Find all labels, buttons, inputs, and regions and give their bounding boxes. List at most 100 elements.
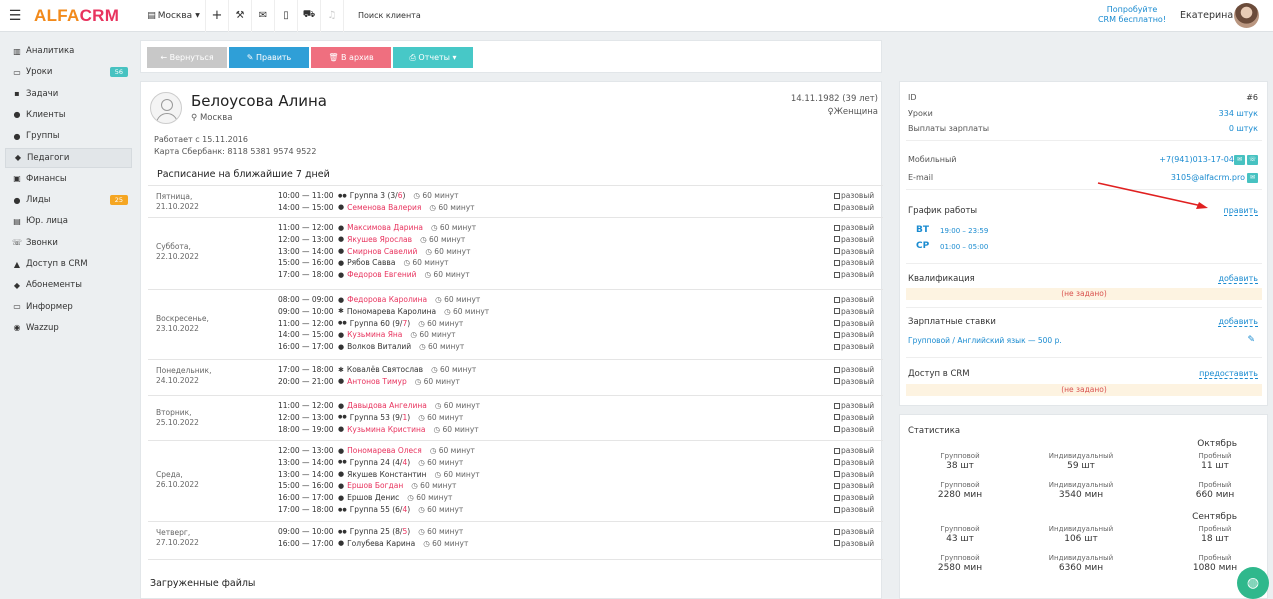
lesson-row[interactable]: 14:00 — 15:00 ● Кузьмина Яна ◷ 60 минут (278, 329, 456, 340)
student-link[interactable]: Семенова Валерия (347, 203, 421, 212)
lesson-row[interactable]: 09:00 — 10:00 ✱ Пономарева Каролина ◷ 60 ми… (278, 306, 489, 317)
mobile-link[interactable]: +7(941)013-17-04 (1159, 155, 1234, 164)
lessons-link[interactable]: 334 штук (1219, 109, 1258, 118)
add-rate-link[interactable]: добавить (1218, 317, 1258, 327)
once-checkbox[interactable]: разовый (834, 504, 874, 515)
chat-button[interactable]: ◍ (1237, 567, 1269, 599)
lesson-row[interactable]: 12:00 — 13:00 ● Пономарева Олеся ◷ 60 минут (278, 445, 475, 456)
once-checkbox[interactable]: разовый (834, 269, 874, 280)
student-link[interactable]: Смирнов Савелий (347, 247, 417, 256)
lesson-row[interactable]: 11:00 — 12:00 ● Максимова Дарина ◷ 60 минут (278, 222, 476, 233)
grant-access-link[interactable]: предоставить (1199, 369, 1258, 379)
once-checkbox[interactable]: разовый (834, 469, 874, 480)
once-checkbox[interactable]: разовый (834, 294, 874, 305)
lesson-row[interactable]: 15:00 — 16:00 ● Рябов Савва ◷ 60 минут (278, 257, 449, 268)
group-link[interactable]: Группа 60 (9/7) (350, 319, 410, 328)
lesson-row[interactable]: 20:00 — 21:00 ● Антонов Тимур ◷ 60 минут (278, 376, 460, 387)
once-checkbox[interactable]: разовый (834, 400, 874, 411)
salary-link[interactable]: 0 штук (1229, 124, 1258, 133)
student-link[interactable]: Федоров Евгений (347, 270, 416, 279)
student-link[interactable]: Антонов Тимур (347, 377, 407, 386)
once-checkbox[interactable]: разовый (834, 538, 874, 549)
once-checkbox[interactable]: разовый (834, 492, 874, 503)
student-link[interactable]: Максимова Дарина (347, 223, 423, 232)
student-link[interactable]: Якушев Константин (347, 470, 426, 479)
sidebar-item-8[interactable]: ▤ Юр. лица (5, 211, 132, 231)
lesson-row[interactable]: 16:00 — 17:00 ● Ершов Денис ◷ 60 минут (278, 492, 452, 503)
once-checkbox[interactable]: разовый (834, 306, 874, 317)
lesson-row[interactable]: 17:00 — 18:00 ●● Группа 55 (6/4) ◷ 60 минут (278, 504, 463, 515)
reports-button[interactable]: ⎙ Отчеты ▾ (393, 47, 473, 68)
student-link[interactable]: Пономарева Каролина (347, 307, 436, 316)
lesson-row[interactable]: 08:00 — 09:00 ● Федорова Каролина ◷ 60 мину… (278, 294, 480, 305)
sidebar-item-9[interactable]: ☏ Звонки (5, 233, 132, 253)
group-link[interactable]: Группа 53 (9/1) (350, 413, 410, 422)
student-link[interactable]: Ершов Богдан (347, 481, 403, 490)
student-link[interactable]: Кузьмина Яна (347, 330, 402, 339)
once-checkbox[interactable]: разовый (834, 341, 874, 352)
once-checkbox[interactable]: разовый (834, 190, 874, 201)
student-link[interactable]: Волков Виталий (347, 342, 411, 351)
group-link[interactable]: Группа 24 (4/4) (350, 458, 410, 467)
once-checkbox[interactable]: разовый (834, 234, 874, 245)
student-link[interactable]: Ершов Денис (347, 493, 399, 502)
lesson-row[interactable]: 16:00 — 17:00 ● Голубева Карина ◷ 60 минут (278, 538, 468, 549)
lesson-row[interactable]: 15:00 — 16:00 ● Ершов Богдан ◷ 60 минут (278, 480, 456, 491)
lesson-row[interactable]: 11:00 — 12:00 ●● Группа 60 (9/7) ◷ 60 минут (278, 318, 463, 329)
once-checkbox[interactable]: разовый (834, 364, 874, 375)
envelope-icon[interactable]: ✉ (1247, 173, 1258, 183)
lesson-row[interactable]: 17:00 — 18:00 ● Федоров Евгений ◷ 60 минут (278, 269, 470, 280)
phone-icon[interactable]: ☏ (1247, 155, 1258, 165)
once-checkbox[interactable]: разовый (834, 412, 874, 423)
student-link[interactable]: Голубева Карина (347, 539, 415, 548)
lesson-row[interactable]: 13:00 — 14:00 ● Смирнов Савелий ◷ 60 минут (278, 246, 470, 257)
lesson-row[interactable]: 12:00 — 13:00 ●● Группа 53 (9/1) ◷ 60 минут (278, 412, 463, 423)
lesson-row[interactable]: 10:00 — 11:00 ●● Группа 3 (3/6) ◷ 60 минут (278, 190, 459, 201)
lesson-row[interactable]: 13:00 — 14:00 ● Якушев Константин ◷ 60 мину… (278, 469, 480, 480)
sidebar-item-1[interactable]: ▭ Уроки 56 (5, 62, 132, 82)
edit-schedule-link[interactable]: править (1223, 206, 1258, 216)
student-link[interactable]: Кузьмина Кристина (347, 425, 425, 434)
group-link[interactable]: Группа 25 (8/5) (350, 527, 410, 536)
user-name[interactable]: Екатерина (1180, 10, 1233, 21)
back-button[interactable]: ← Вернуться (147, 47, 227, 68)
sidebar-item-7[interactable]: ● Лиды 25 (5, 190, 132, 210)
once-checkbox[interactable]: разовый (834, 246, 874, 257)
sidebar-item-5[interactable]: ◆ Педагоги (5, 147, 132, 168)
city-selector[interactable]: ▤ Москва ▼ (142, 0, 206, 32)
sidebar-item-2[interactable]: ▪ Задачи (5, 84, 132, 104)
menu-icon[interactable]: ☰ (0, 0, 30, 32)
envelope-icon[interactable]: ✉ (252, 0, 275, 32)
once-checkbox[interactable]: разовый (834, 457, 874, 468)
student-link[interactable]: Давыдова Ангелина (347, 401, 427, 410)
sidebar-item-4[interactable]: ● Группы (5, 126, 132, 146)
search-input[interactable]: Поиск клиента (344, 0, 644, 32)
once-checkbox[interactable]: разовый (834, 257, 874, 268)
lesson-row[interactable]: 14:00 — 15:00 ● Семенова Валерия ◷ 60 минут (278, 202, 475, 213)
once-checkbox[interactable]: разовый (834, 202, 874, 213)
lesson-row[interactable]: 18:00 — 19:00 ● Кузьмина Кристина ◷ 60 мину… (278, 424, 479, 435)
student-link[interactable]: Федорова Каролина (347, 295, 427, 304)
student-link[interactable]: Пономарева Олеся (347, 446, 422, 455)
lesson-row[interactable]: 09:00 — 10:00 ●● Группа 25 (8/5) ◷ 60 минут (278, 526, 463, 537)
plus-icon[interactable]: + (206, 0, 229, 32)
add-qualification-link[interactable]: добавить (1218, 274, 1258, 284)
once-checkbox[interactable]: разовый (834, 318, 874, 329)
once-checkbox[interactable]: разовый (834, 424, 874, 435)
once-checkbox[interactable]: разовый (834, 222, 874, 233)
group-link[interactable]: Группа 55 (6/4) (350, 505, 410, 514)
logo[interactable]: ALFA CRM (30, 0, 142, 32)
lesson-row[interactable]: 12:00 — 13:00 ● Якушев Ярослав ◷ 60 минут (278, 234, 465, 245)
cart-icon[interactable]: ⛟ (298, 0, 321, 32)
once-checkbox[interactable]: разовый (834, 329, 874, 340)
sidebar-item-13[interactable]: ◉ Wazzup (5, 318, 132, 338)
sidebar-item-3[interactable]: ● Клиенты (5, 105, 132, 125)
archive-button[interactable]: 🗑 В архив (311, 47, 391, 68)
pencil-icon[interactable]: ✎ (1247, 335, 1255, 345)
once-checkbox[interactable]: разовый (834, 376, 874, 387)
try-crm-link[interactable]: Попробуйте CRM бесплатно! (1096, 5, 1168, 25)
sidebar-item-12[interactable]: ▭ Информер (5, 297, 132, 317)
rate-row[interactable]: Групповой / Английский язык — 500 р. (908, 336, 1062, 345)
student-link[interactable]: Рябов Савва (347, 258, 395, 267)
sms-icon[interactable]: ✉ (1234, 155, 1245, 165)
